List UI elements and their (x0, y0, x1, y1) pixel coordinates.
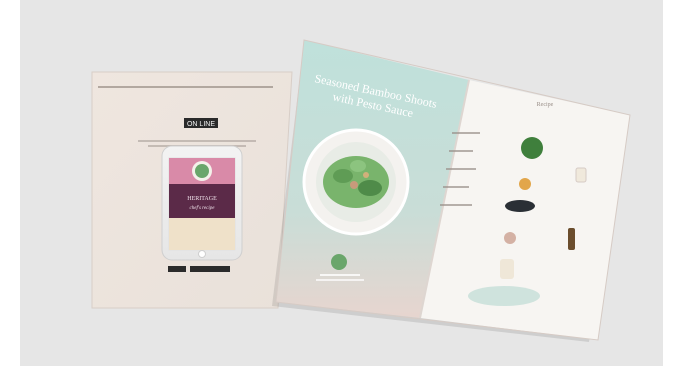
phone-title-heritage: HERITAGE (187, 196, 217, 202)
right-page-header: Recipe (537, 102, 554, 108)
photo-backdrop: ON LINE HERITAGE chef's recipe Seasoned … (20, 0, 663, 366)
app-store-badges (168, 266, 230, 272)
front-brochure: Seasoned Bamboo Shoots with Pesto Sauce … (275, 39, 631, 341)
back-brochure: ON LINE HERITAGE chef's recipe (91, 71, 293, 309)
brochure-photo: ON LINE HERITAGE chef's recipe Seasoned … (91, 39, 631, 342)
phone-mockup: HERITAGE chef's recipe (161, 145, 243, 261)
online-label: ON LINE (187, 121, 215, 128)
phone-title-chef: chef's recipe (190, 206, 216, 211)
salad-plate (302, 128, 410, 236)
